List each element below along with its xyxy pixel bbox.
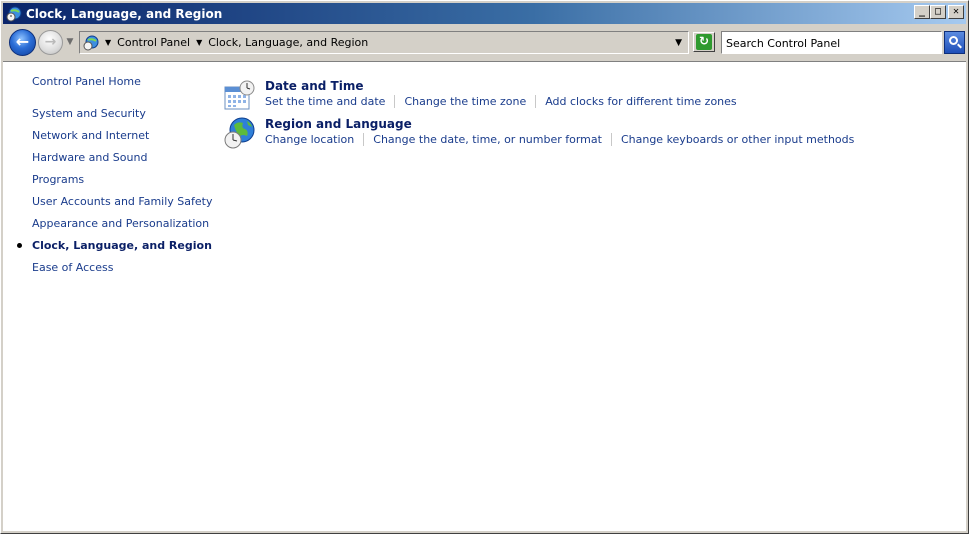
calendar-clock-icon (223, 79, 255, 111)
sidebar-item-programs[interactable]: Programs (32, 173, 84, 186)
sidebar-item-hardware-and-sound[interactable]: Hardware and Sound (32, 151, 147, 164)
window-title: Clock, Language, and Region (26, 6, 223, 21)
search-icon-handle (957, 43, 962, 49)
search-box[interactable] (721, 31, 942, 54)
back-button[interactable]: ← (9, 29, 36, 56)
sidebar: Control Panel Home System and Security N… (3, 62, 213, 531)
date-and-time-heading[interactable]: Date and Time (265, 79, 363, 93)
sidebar-item-clock-language-region[interactable]: Clock, Language, and Region (32, 239, 212, 252)
search-button[interactable] (944, 31, 965, 54)
refresh-button[interactable]: ↻ (693, 32, 715, 52)
maximize-button[interactable]: □ (930, 5, 946, 19)
back-arrow-icon: ← (15, 32, 30, 51)
region-and-language-tasks: Change location Change the date, time, o… (265, 133, 872, 146)
control-panel-icon (6, 6, 22, 22)
control-panel-window: Clock, Language, and Region _ □ ✕ ← → ▼ (0, 0, 969, 534)
date-and-time-tasks: Set the time and date Change the time zo… (265, 95, 755, 108)
breadcrumb-current[interactable]: Clock, Language, and Region (208, 36, 368, 49)
task-add-clocks[interactable]: Add clocks for different time zones (545, 95, 745, 108)
address-bar[interactable]: ▼ Control Panel ▼ Clock, Language, and R… (79, 31, 689, 54)
sidebar-item-system-and-security[interactable]: System and Security (32, 107, 146, 120)
sidebar-item-user-accounts[interactable]: User Accounts and Family Safety (32, 195, 212, 208)
forward-button[interactable]: → (38, 30, 63, 55)
task-change-location[interactable]: Change location (265, 133, 365, 146)
navigation-bar: ← → ▼ ▼ Control Panel ▼ Clock, Language,… (3, 26, 966, 58)
window-controls: _ □ ✕ (914, 5, 964, 19)
breadcrumb-separator-icon[interactable]: ▼ (105, 38, 111, 47)
current-item-bullet-icon (17, 243, 22, 248)
sidebar-item-ease-of-access[interactable]: Ease of Access (32, 261, 113, 274)
region-and-language-heading[interactable]: Region and Language (265, 117, 412, 131)
main-content: Control Panel Home System and Security N… (3, 61, 966, 531)
address-dropdown-icon[interactable]: ▼ (675, 38, 682, 48)
sidebar-item-appearance[interactable]: Appearance and Personalization (32, 217, 209, 230)
close-button[interactable]: ✕ (948, 5, 964, 19)
title-bar[interactable]: Clock, Language, and Region _ □ ✕ (3, 3, 966, 24)
forward-arrow-icon: → (44, 34, 57, 50)
refresh-icon: ↻ (696, 34, 712, 50)
recent-pages-dropdown[interactable]: ▼ (65, 37, 75, 47)
breadcrumb-control-panel[interactable]: Control Panel (117, 36, 190, 49)
search-input[interactable] (726, 36, 936, 50)
sidebar-item-network-and-internet[interactable]: Network and Internet (32, 129, 149, 142)
task-change-time-zone[interactable]: Change the time zone (404, 95, 537, 108)
task-change-keyboards[interactable]: Change keyboards or other input methods (621, 133, 863, 146)
globe-clock-icon (223, 117, 255, 149)
sidebar-item-control-panel-home[interactable]: Control Panel Home (32, 75, 141, 88)
chevron-down-icon: ▼ (66, 37, 74, 47)
control-panel-icon (83, 35, 99, 51)
task-set-time-and-date[interactable]: Set the time and date (265, 95, 396, 108)
task-change-format[interactable]: Change the date, time, or number format (373, 133, 612, 146)
breadcrumb-separator-icon[interactable]: ▼ (196, 38, 202, 47)
minimize-button[interactable]: _ (914, 5, 930, 19)
